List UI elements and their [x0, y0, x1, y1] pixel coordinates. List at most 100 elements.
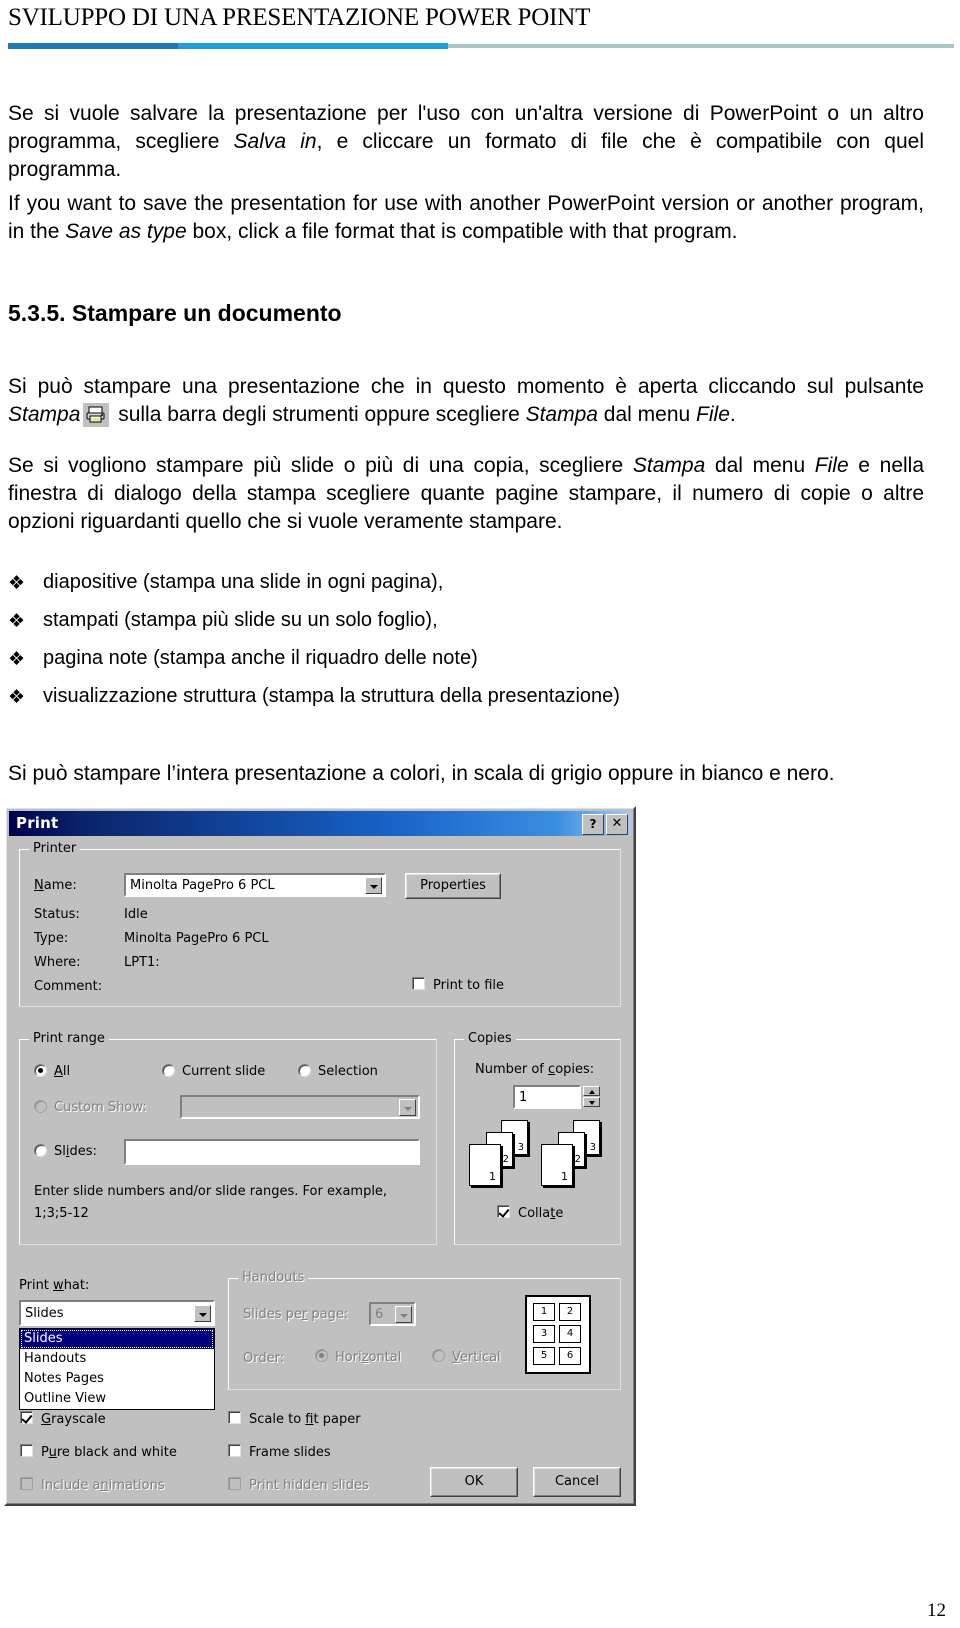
scale-to-fit-checkbox[interactable]: [228, 1411, 241, 1424]
chevron-down-icon[interactable]: [395, 1306, 412, 1323]
close-icon[interactable]: ✕: [606, 814, 628, 835]
radio-slides[interactable]: [34, 1144, 47, 1157]
chevron-down-icon[interactable]: [194, 1305, 211, 1322]
ok-button-label: OK: [464, 1474, 484, 1489]
scale-to-fit-label: Scale to fit paperScale to fit paper: [249, 1412, 361, 1427]
print-what-label: Print what:Print what:: [19, 1278, 90, 1293]
printer-icon: [83, 403, 110, 427]
chevron-down-icon[interactable]: [365, 877, 382, 894]
handout-cell: 3: [533, 1325, 555, 1343]
paragraph-save-en: If you want to save the presentation for…: [8, 190, 924, 246]
list-item: ❖ pagina note (stampa anche il riquadro …: [0, 644, 860, 682]
slides-per-page-combo[interactable]: 6: [369, 1302, 416, 1326]
para-en-1-emphasis: Save as type: [65, 220, 187, 243]
radio-all[interactable]: [34, 1064, 47, 1077]
collate-illustration-on: 3 2 1: [539, 1120, 617, 1190]
stepper-down-icon[interactable]: [583, 1097, 600, 1107]
list-item: ❖ visualizzazione struttura (stampa la s…: [0, 682, 860, 720]
slides-range-hint-line1: Enter slide numbers and/or slide ranges.…: [34, 1184, 388, 1199]
help-icon[interactable]: ?: [582, 814, 604, 835]
para-3-emphasis-stampa: Stampa: [632, 454, 706, 477]
frame-slides-label: Frame slidesFrame slides: [249, 1445, 331, 1460]
collate-page: 1: [469, 1144, 501, 1186]
handouts-group: Handouts Slides per page:Slides per page…: [228, 1270, 621, 1390]
radio-custom-show[interactable]: [34, 1100, 47, 1113]
slides-range-input[interactable]: [124, 1139, 420, 1165]
print-to-file-checkbox[interactable]: [412, 977, 425, 990]
printer-name-value: Minolta PagePro 6 PCL: [130, 878, 275, 893]
document-header: SVILUPPO DI UNA PRESENTAZIONE POWER POIN…: [0, 0, 960, 60]
copies-group-label: Copies: [464, 1031, 516, 1046]
printer-group: Printer NName:ame: Minolta PagePro 6 PCL…: [19, 841, 621, 1007]
handout-cell: 5: [533, 1347, 555, 1365]
order-label: Order:: [243, 1351, 285, 1366]
radio-order-vertical-label: VerticalVertical: [452, 1350, 501, 1365]
radio-current-slide[interactable]: [162, 1064, 175, 1077]
paragraph-print-options: Se si vogliono stampare più slide o più …: [8, 452, 924, 536]
radio-order-horizontal[interactable]: [315, 1349, 328, 1362]
collate-page-number: 1: [561, 1170, 568, 1183]
radio-selection[interactable]: [298, 1064, 311, 1077]
para-2-part-d: .: [729, 403, 736, 426]
copies-group: Copies Number of copies:Number of copies…: [454, 1031, 621, 1245]
list-item-label: stampati (stampa più slide su un solo fo…: [43, 609, 438, 631]
bullet-diamond-icon: ❖: [8, 572, 26, 594]
paragraph-print-intro: Si può stampare una presentazione che in…: [8, 373, 924, 429]
para-2-part-a: Si può stampare una presentazione che in…: [8, 375, 924, 398]
cancel-button-label: Cancel: [554, 1474, 600, 1489]
para-2-emphasis-stampa-2: Stampa: [525, 403, 598, 426]
handout-cell: 1: [533, 1303, 555, 1321]
include-animations-checkbox[interactable]: [20, 1477, 33, 1490]
print-hidden-slides-label: Print hidden slidesPrint hidden slides: [249, 1478, 369, 1493]
dropdown-option-notes-pages[interactable]: Notes Pages: [20, 1369, 214, 1389]
grayscale-label: GrayscaleGrayscale: [41, 1412, 106, 1427]
dropdown-option-slides[interactable]: Slides: [20, 1329, 214, 1349]
handouts-group-label: Handouts: [238, 1270, 309, 1285]
para-2-part-c: dal menu: [597, 403, 697, 426]
para-en-1-part-b: box, click a file format that is compati…: [186, 220, 738, 243]
list-item: ❖ stampati (stampa più slide su un solo …: [0, 606, 860, 644]
dropdown-option-handouts[interactable]: Handouts: [20, 1349, 214, 1369]
pure-black-white-checkbox[interactable]: [20, 1444, 33, 1457]
dropdown-option-outline-view[interactable]: Outline View: [20, 1389, 214, 1409]
print-targets-list: ❖ diapositive (stampa una slide in ogni …: [0, 568, 860, 720]
printer-type-label: Type:: [34, 931, 69, 946]
page-number: 12: [927, 1600, 946, 1621]
print-what-combo[interactable]: Slides: [19, 1300, 215, 1326]
list-item-label: visualizzazione struttura (stampa la str…: [43, 685, 620, 707]
para-it-1-emphasis: Salva in: [233, 130, 317, 153]
radio-selection-label: Selection: [318, 1064, 378, 1079]
collate-label: CollateCollate: [518, 1206, 564, 1221]
custom-show-combo[interactable]: [180, 1095, 420, 1119]
frame-slides-checkbox[interactable]: [228, 1444, 241, 1457]
properties-button[interactable]: Properties: [405, 873, 501, 899]
radio-slides-label: Slides:Slides:: [54, 1144, 97, 1159]
header-rule: [8, 43, 954, 49]
printer-name-label: NName:ame:: [34, 878, 77, 893]
printer-name-combo[interactable]: Minolta PagePro 6 PCL: [124, 873, 386, 897]
radio-current-slide-label: Current slide: [182, 1064, 266, 1079]
dialog-title: Print: [16, 814, 59, 832]
print-range-group: Print range AllAll Current slide Selecti…: [19, 1031, 437, 1245]
print-what-value: Slides: [25, 1306, 64, 1321]
grayscale-checkbox[interactable]: [20, 1411, 33, 1424]
printer-status-label: Status:: [34, 907, 80, 922]
include-animations-label: Include animationsInclude animations: [41, 1478, 165, 1493]
number-of-copies-input[interactable]: 1: [513, 1085, 581, 1109]
list-item: ❖ diapositive (stampa una slide in ogni …: [0, 568, 860, 606]
chevron-down-icon[interactable]: [399, 1099, 416, 1116]
ok-button[interactable]: OK: [430, 1467, 518, 1497]
copies-stepper[interactable]: [583, 1086, 600, 1107]
collate-checkbox[interactable]: [497, 1205, 510, 1218]
print-what-dropdown-list[interactable]: Slides Handouts Notes Pages Outline View: [19, 1328, 215, 1410]
printer-status-value: Idle: [124, 907, 148, 922]
print-hidden-slides-checkbox[interactable]: [228, 1477, 241, 1490]
dialog-title-bar[interactable]: Print ? ✕: [9, 811, 631, 836]
radio-order-vertical[interactable]: [432, 1349, 445, 1362]
paragraph-save-it: Se si vuole salvare la presentazione per…: [8, 100, 924, 184]
rule-segment-2: [178, 43, 448, 49]
list-item-label: pagina note (stampa anche il riquadro de…: [43, 647, 478, 669]
print-dialog: Print ? ✕ Printer NName:ame: Minolta Pag…: [4, 806, 636, 1506]
stepper-up-icon[interactable]: [583, 1086, 600, 1096]
cancel-button[interactable]: Cancel: [533, 1467, 621, 1497]
